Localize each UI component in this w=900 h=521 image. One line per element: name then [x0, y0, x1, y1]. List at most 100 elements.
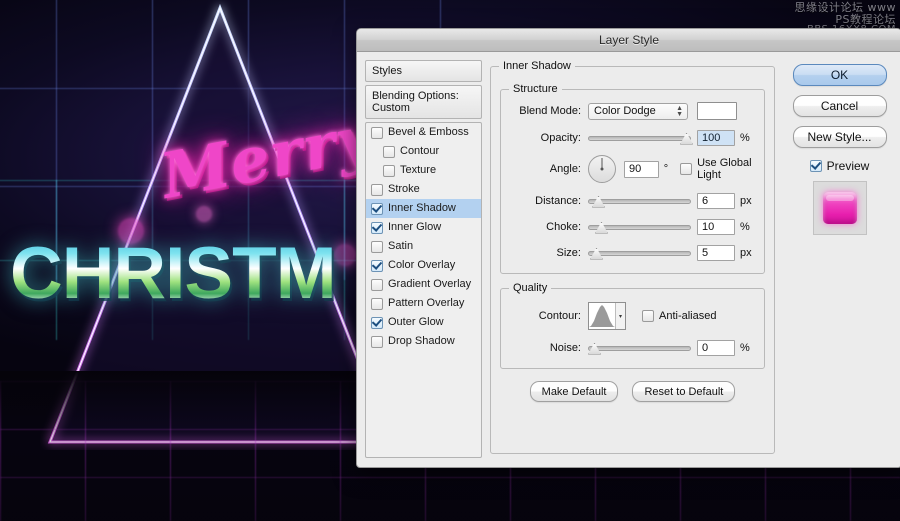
style-item-inner-shadow[interactable]: Inner Shadow	[366, 199, 481, 218]
styles-header[interactable]: Styles	[365, 60, 482, 82]
checkbox-checked-icon[interactable]	[371, 202, 383, 215]
style-preview-thumbnail	[812, 181, 867, 235]
distance-input[interactable]: 6	[697, 192, 735, 209]
quality-group: Quality Contour: ▾ Anti-aliased Noise: 0…	[500, 282, 765, 369]
contour-curve-icon	[589, 305, 615, 327]
choke-label: Choke:	[546, 220, 581, 233]
style-item-contour[interactable]: Contour	[366, 142, 481, 161]
distance-slider[interactable]	[588, 195, 691, 208]
settings-column: Inner Shadow Structure Blend Mode: Color…	[490, 60, 775, 456]
blend-mode-value: Color Dodge	[594, 105, 656, 117]
angle-unit: °	[663, 163, 669, 175]
screenshot-root: Merry CHRISTM 思缘设计论坛 www PS教程论坛 BBS.16XX…	[0, 0, 900, 521]
style-item-label: Pattern Overlay	[388, 297, 465, 309]
make-default-button[interactable]: Make Default	[529, 381, 619, 402]
contour-row: Contour: ▾ Anti-aliased	[509, 302, 756, 330]
inner-shadow-panel: Inner Shadow Structure Blend Mode: Color…	[490, 60, 775, 454]
style-item-drop-shadow[interactable]: Drop Shadow	[366, 332, 481, 351]
opacity-unit: %	[740, 131, 750, 144]
style-item-outer-glow[interactable]: Outer Glow	[366, 313, 481, 332]
cancel-button[interactable]: Cancel	[792, 95, 887, 117]
style-item-label: Inner Shadow	[388, 202, 456, 214]
checkbox-icon[interactable]	[371, 335, 383, 348]
preview-toggle-row[interactable]: Preview	[809, 159, 870, 173]
slider-track	[588, 345, 691, 351]
inner-shadow-legend: Inner Shadow	[499, 60, 575, 72]
checkbox-icon[interactable]	[642, 310, 654, 322]
angle-dial[interactable]	[588, 155, 616, 183]
noise-input[interactable]: 0	[697, 339, 735, 356]
ok-button[interactable]: OK	[792, 64, 887, 86]
choke-row: Choke: 10 %	[509, 218, 756, 235]
opacity-input[interactable]: 100	[697, 129, 735, 146]
styles-column: Styles Blending Options: Custom Bevel & …	[365, 60, 482, 458]
size-value: 5	[702, 246, 709, 259]
choke-value: 10	[702, 220, 715, 233]
style-item-satin[interactable]: Satin	[366, 237, 481, 256]
preview-label: Preview	[826, 159, 870, 173]
angle-input[interactable]: 90	[624, 160, 659, 178]
checkbox-checked-icon[interactable]	[809, 160, 822, 172]
dialog-title: Layer Style	[598, 33, 660, 47]
style-item-label: Satin	[388, 240, 414, 252]
opacity-slider[interactable]	[588, 132, 693, 145]
checkbox-icon[interactable]	[371, 297, 383, 310]
layer-style-dialog: Layer Style Styles Blending Options: Cus…	[356, 28, 900, 468]
style-item-stroke[interactable]: Stroke	[366, 180, 481, 199]
chevron-down-icon[interactable]: ▾	[615, 303, 625, 329]
style-item-bevel-emboss[interactable]: Bevel & Emboss	[366, 123, 481, 142]
artwork-block-word: CHRISTM	[10, 233, 337, 314]
noise-row: Noise: 0 %	[509, 339, 756, 356]
anti-aliased-label: Anti-aliased	[659, 310, 717, 322]
blend-mode-select[interactable]: Color Dodge ▲ ▼	[588, 102, 688, 120]
style-item-label: Color Overlay	[388, 259, 456, 271]
quality-legend: Quality	[509, 282, 552, 294]
angle-hub	[600, 167, 604, 171]
checkbox-checked-icon[interactable]	[371, 316, 383, 329]
opacity-value: 100	[702, 131, 721, 144]
style-item-pattern-overlay[interactable]: Pattern Overlay	[366, 294, 481, 313]
style-item-label: Stroke	[388, 183, 420, 195]
distance-row: Distance: 6 px	[509, 192, 756, 209]
size-input[interactable]: 5	[697, 244, 735, 261]
style-item-label: Texture	[400, 164, 437, 176]
shadow-color-swatch[interactable]	[697, 102, 737, 120]
checkbox-icon[interactable]	[371, 240, 383, 253]
style-item-label: Outer Glow	[388, 316, 444, 328]
new-style-button[interactable]: New Style...	[792, 126, 887, 148]
contour-preset-picker[interactable]: ▾	[588, 302, 626, 330]
style-item-color-overlay[interactable]: Color Overlay	[366, 256, 481, 275]
style-item-gradient-overlay[interactable]: Gradient Overlay	[366, 275, 481, 294]
checkbox-icon[interactable]	[371, 183, 383, 196]
anti-aliased-row[interactable]: Anti-aliased	[642, 310, 716, 322]
distance-value: 6	[702, 194, 709, 207]
structure-legend: Structure	[509, 83, 562, 95]
noise-slider[interactable]	[588, 342, 691, 355]
size-slider[interactable]	[588, 247, 691, 260]
use-global-light-row[interactable]: Use Global Light	[680, 157, 756, 181]
checkbox-icon[interactable]	[680, 163, 693, 175]
structure-group: Structure Blend Mode: Color Dodge ▲ ▼ Opa…	[500, 83, 765, 274]
checkbox-checked-icon[interactable]	[371, 259, 383, 272]
size-unit: px	[740, 246, 752, 259]
dialog-titlebar[interactable]: Layer Style	[357, 29, 900, 52]
distance-unit: px	[740, 194, 752, 207]
checkbox-icon[interactable]	[371, 126, 383, 139]
style-item-label: Drop Shadow	[388, 335, 455, 347]
reset-to-default-button[interactable]: Reset to Default	[632, 381, 736, 402]
blending-options-row[interactable]: Blending Options: Custom	[365, 85, 482, 119]
choke-slider[interactable]	[588, 221, 691, 234]
style-item-texture[interactable]: Texture	[366, 161, 481, 180]
chevron-updown-icon: ▲ ▼	[676, 104, 683, 118]
checkbox-icon[interactable]	[383, 145, 395, 158]
size-row: Size: 5 px	[509, 244, 756, 261]
angle-value: 90	[629, 163, 642, 175]
style-item-inner-glow[interactable]: Inner Glow	[366, 218, 481, 237]
checkbox-icon[interactable]	[383, 164, 395, 177]
choke-unit: %	[740, 220, 750, 233]
checkbox-icon[interactable]	[371, 278, 383, 291]
noise-unit: %	[740, 341, 750, 354]
defaults-button-row: Make Default Reset to Default	[500, 381, 765, 402]
checkbox-checked-icon[interactable]	[371, 221, 383, 234]
choke-input[interactable]: 10	[697, 218, 735, 235]
